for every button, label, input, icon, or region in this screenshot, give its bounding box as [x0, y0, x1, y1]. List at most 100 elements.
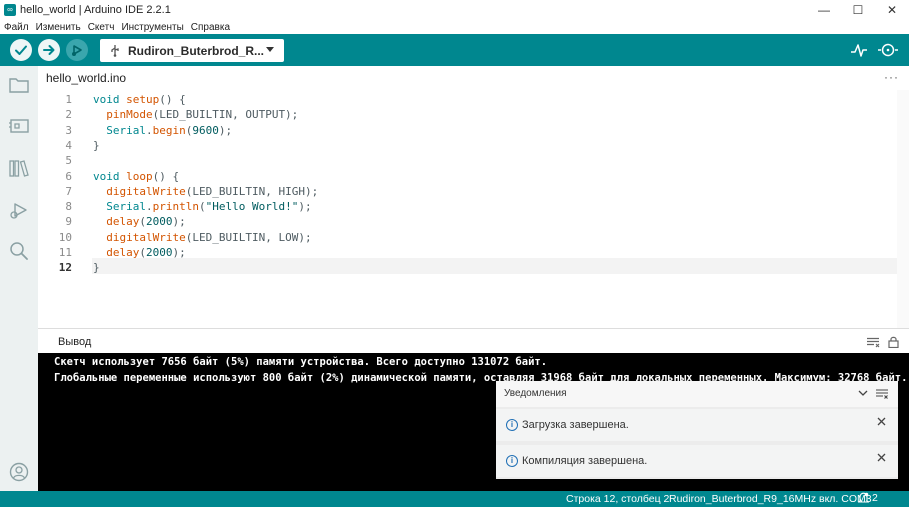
chevron-down-icon — [266, 47, 274, 53]
code-line: void loop() { — [93, 170, 179, 183]
minimize-button[interactable]: — — [807, 0, 841, 20]
code-line: Serial.println("Hello World!"); — [93, 200, 312, 214]
code-token: ); — [172, 215, 186, 229]
boards-manager-button[interactable] — [7, 114, 31, 138]
notifications-header: Уведомления — [496, 381, 898, 407]
code-line: pinMode(LED_BUILTIN, OUTPUT); — [93, 108, 298, 121]
notification-compile-done: i Компиляция завершена. — [496, 445, 898, 477]
close-notification-button[interactable] — [877, 453, 886, 462]
code-token: ( — [198, 200, 206, 214]
menu-file[interactable]: Файл — [4, 22, 29, 33]
code-token: Serial — [106, 123, 146, 137]
line-number: 6 — [65, 169, 72, 183]
window-controls: — ☐ ✕ — [807, 0, 909, 20]
code-token: (LED_BUILTIN, HIGH); — [185, 184, 319, 198]
account-button[interactable] — [7, 460, 31, 484]
more-options-icon[interactable]: ··· — [884, 70, 899, 84]
serial-monitor-button[interactable] — [877, 40, 899, 60]
notifications-panel: Уведомления i Загрузка завершена. i Комп… — [496, 381, 898, 479]
menu-tools[interactable]: Инструменты — [121, 22, 183, 33]
verify-button[interactable] — [10, 39, 32, 61]
code-token: println — [152, 200, 199, 214]
bell-icon — [858, 492, 869, 503]
line-number: 10 — [58, 230, 72, 244]
clear-output-button[interactable] — [866, 336, 880, 348]
code-token: (LED_BUILTIN, LOW); — [185, 230, 312, 244]
code-line: Serial.begin(9600); — [93, 124, 232, 137]
library-manager-button[interactable] — [7, 156, 31, 180]
serial-monitor-icon — [878, 43, 898, 57]
serial-plotter-icon — [851, 44, 867, 57]
code-line: digitalWrite(LED_BUILTIN, HIGH); — [93, 185, 318, 198]
code-token: (LED_BUILTIN, OUTPUT); — [152, 108, 299, 122]
search-button[interactable] — [7, 239, 31, 263]
upload-icon — [43, 45, 55, 55]
code-line: void setup() { — [93, 93, 186, 106]
toolbar: Rudiron_Buterbrod_R... — [0, 34, 909, 66]
close-icon — [877, 453, 886, 462]
code-line: delay(2000); — [93, 215, 186, 228]
info-icon: i — [506, 455, 518, 467]
maximize-button[interactable]: ☐ — [841, 0, 875, 20]
line-number: 3 — [65, 123, 72, 137]
menu-sketch[interactable]: Скетч — [88, 22, 115, 33]
arduino-ide-window: ∞ hello_world | Arduino IDE 2.2.1 — ☐ ✕ … — [0, 0, 909, 507]
code-editor[interactable]: 1 void setup() {2 pinMode(LED_BUILTIN, OU… — [38, 90, 909, 328]
verify-icon — [15, 45, 27, 55]
close-notification-button[interactable] — [877, 417, 886, 426]
code-token: ( — [139, 215, 146, 229]
code-token: ); — [218, 123, 233, 137]
code-token: setup — [126, 93, 160, 106]
code-token: "Hello World!" — [205, 200, 299, 214]
close-window-button[interactable]: ✕ — [875, 0, 909, 20]
editor-tab-bar: hello_world.ino ··· — [38, 66, 909, 90]
chevron-down-icon — [858, 390, 868, 396]
code-token: begin — [152, 123, 186, 137]
debugger-button[interactable] — [66, 39, 88, 61]
title-bar: ∞ hello_world | Arduino IDE 2.2.1 — ☐ ✕ — [0, 0, 909, 20]
code-token: ); — [298, 200, 312, 214]
lock-icon — [887, 336, 899, 348]
window-title: hello_world | Arduino IDE 2.2.1 — [20, 4, 171, 16]
arduino-logo-icon: ∞ — [4, 4, 16, 16]
search-icon — [10, 242, 28, 260]
clear-output-icon — [867, 337, 880, 347]
code-token: } — [93, 138, 100, 152]
notifications-title: Уведомления — [504, 388, 567, 399]
lock-scroll-button[interactable] — [886, 336, 900, 348]
code-token: 9600 — [192, 123, 219, 137]
code-token: ); — [172, 246, 186, 259]
menu-edit[interactable]: Изменить — [36, 22, 81, 33]
line-number: 11 — [58, 246, 72, 259]
serial-plotter-button[interactable] — [848, 40, 870, 60]
code-token: 2000 — [146, 215, 173, 229]
notifications-toggle[interactable]: 2 — [858, 492, 878, 504]
collapse-notifications-button[interactable] — [858, 390, 868, 397]
usb-icon — [110, 44, 122, 57]
menu-help[interactable]: Справка — [191, 22, 230, 33]
clear-notifications-button[interactable] — [876, 389, 888, 399]
code-token: void — [93, 169, 127, 183]
code-token: . — [146, 200, 153, 214]
line-number: 2 — [65, 108, 72, 122]
debug-button[interactable] — [7, 198, 31, 222]
editor-scrollbar[interactable] — [897, 90, 909, 328]
line-number: 8 — [65, 200, 72, 214]
debug-icon — [10, 203, 27, 219]
cursor-position: Строка 12, столбец 2 — [566, 493, 670, 505]
code-token: delay — [106, 215, 140, 229]
status-board[interactable]: Rudiron_Buterbrod_R9_16MHz вкл. COM3 — [669, 493, 872, 505]
upload-button[interactable] — [38, 39, 60, 61]
tab-hello-world[interactable]: hello_world.ino — [38, 66, 134, 90]
sketchbook-button[interactable] — [7, 73, 31, 97]
line-number: 12 — [58, 261, 72, 275]
board-selector[interactable]: Rudiron_Buterbrod_R... — [100, 39, 284, 62]
clear-all-icon — [876, 389, 888, 399]
code-token: loop — [126, 169, 153, 183]
code-line: delay(2000); — [93, 246, 186, 259]
